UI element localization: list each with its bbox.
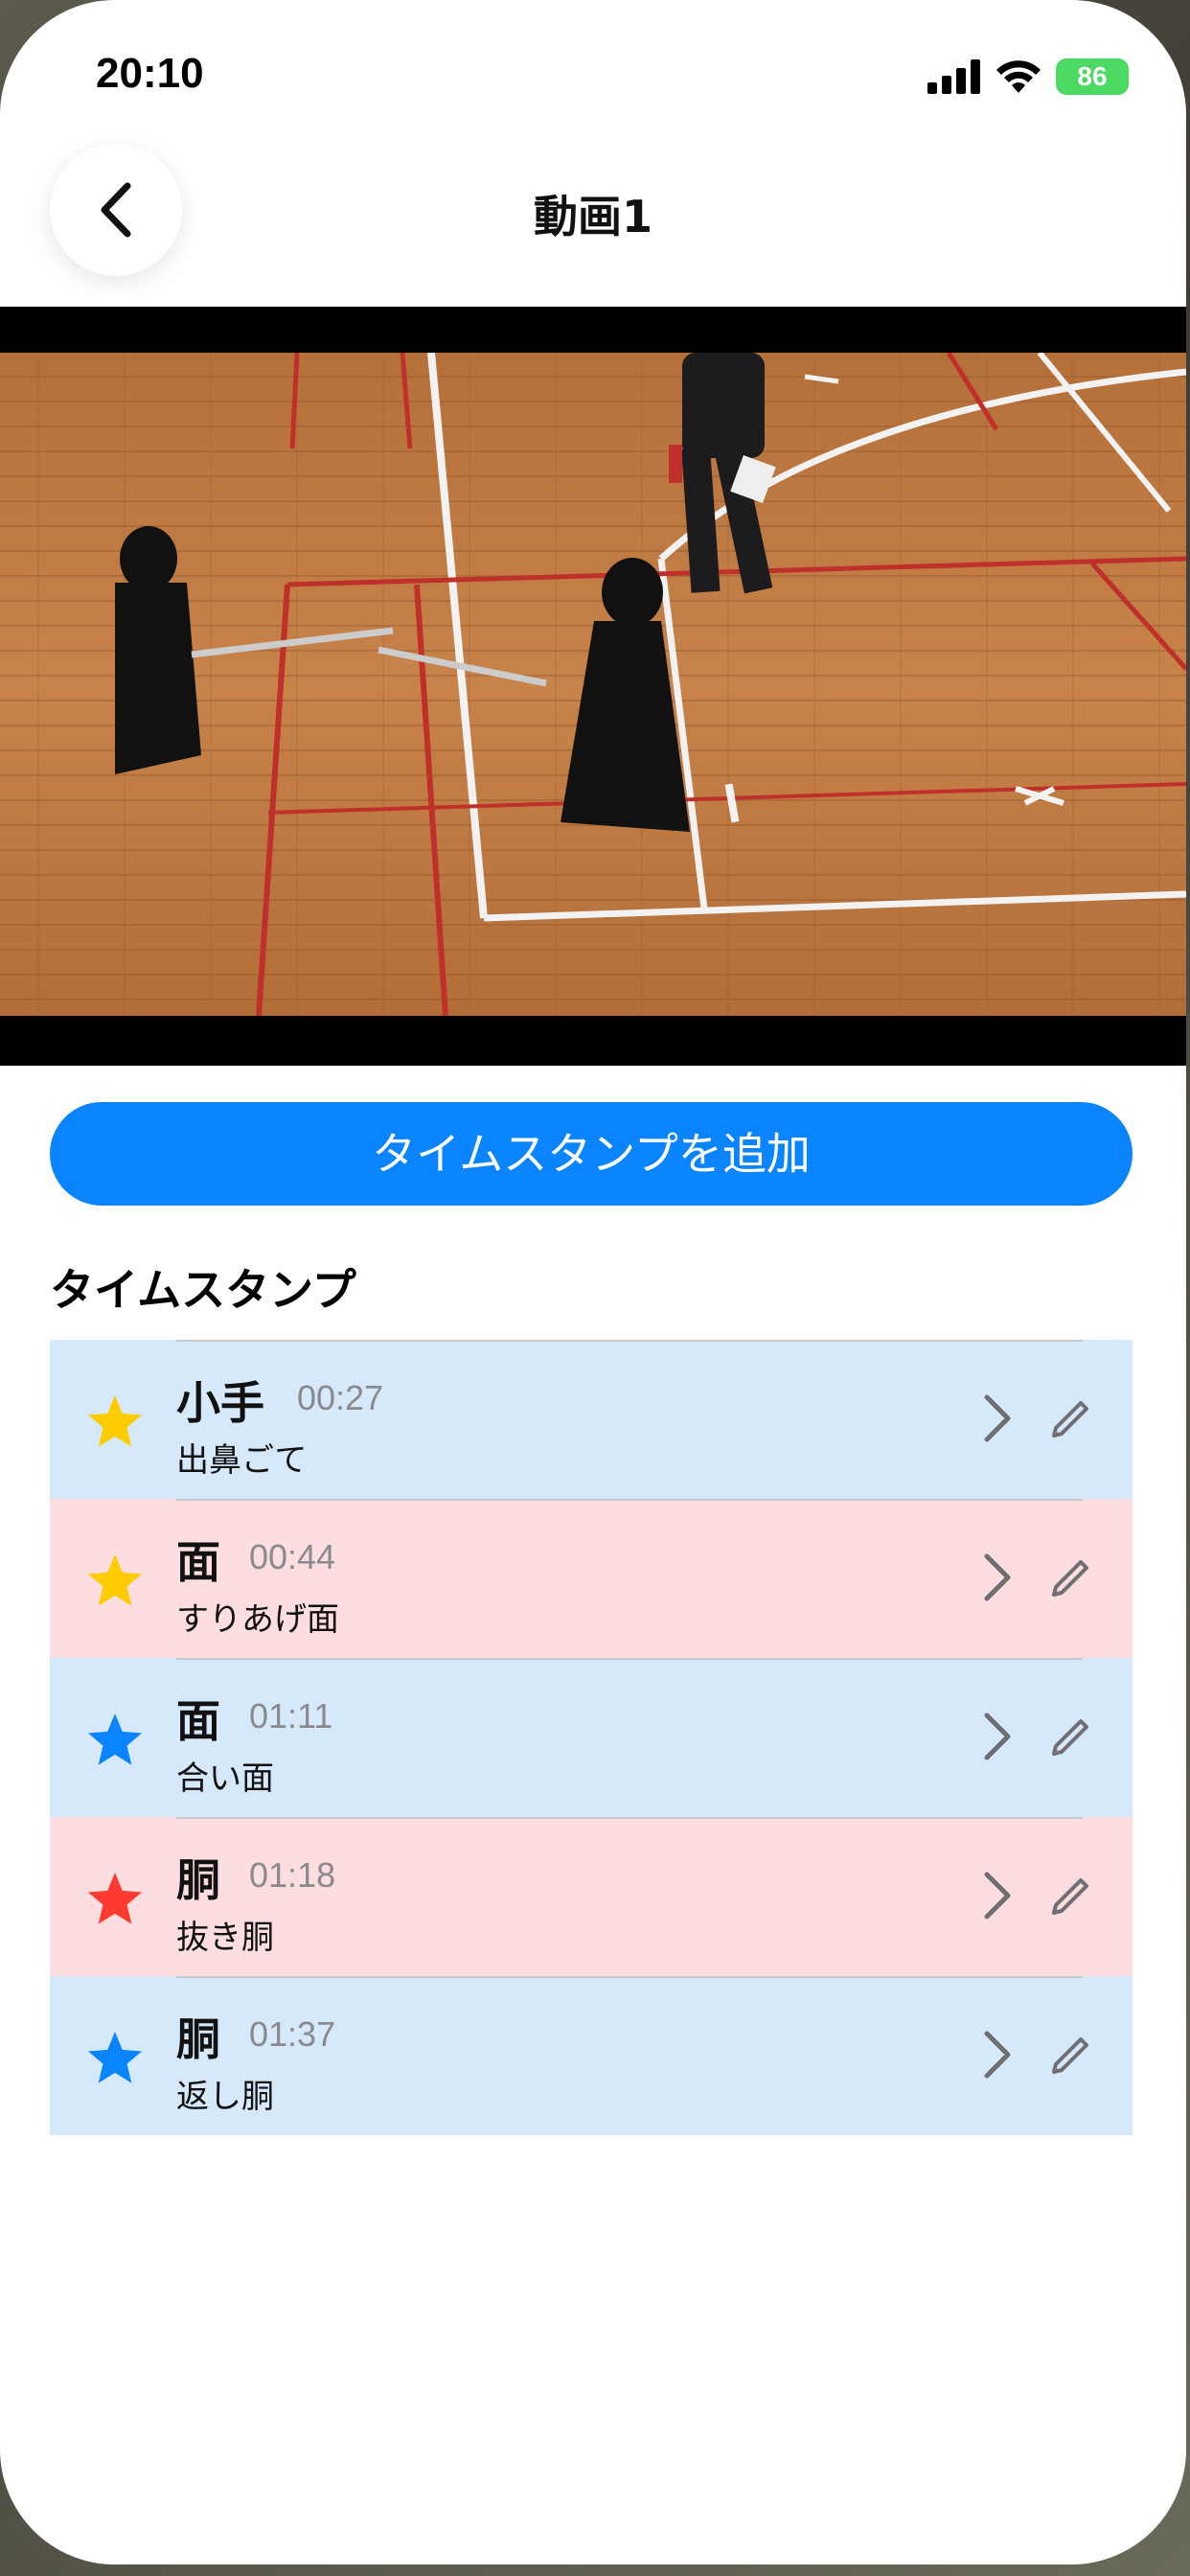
timestamp-subtitle: 返し胴 bbox=[176, 2078, 274, 2116]
video-frame bbox=[0, 353, 1186, 1016]
timestamp-name: 胴 bbox=[176, 1854, 220, 1906]
page-title: 動画1 bbox=[533, 191, 652, 242]
timestamp-subtitle: 合い面 bbox=[176, 1760, 274, 1798]
chevron-right-icon[interactable] bbox=[979, 1710, 1018, 1763]
timestamp-row[interactable]: 胴 01:18 抜き胴 bbox=[50, 1817, 1133, 1976]
status-time: 20:10 bbox=[96, 50, 204, 97]
timestamp-row[interactable]: 小手 00:27 出鼻ごて bbox=[50, 1340, 1133, 1499]
star-icon[interactable] bbox=[84, 1869, 146, 1930]
timestamp-name: 面 bbox=[176, 1695, 220, 1747]
pencil-icon[interactable] bbox=[1046, 2030, 1096, 2080]
pencil-icon[interactable] bbox=[1046, 1871, 1096, 1920]
divider bbox=[176, 1976, 1083, 1978]
chevron-right-icon[interactable] bbox=[979, 1869, 1018, 1922]
timestamp-subtitle: 出鼻ごて bbox=[176, 1441, 308, 1480]
wifi-icon bbox=[996, 60, 1041, 93]
timestamp-time: 01:11 bbox=[249, 1696, 333, 1736]
chevron-right-icon[interactable] bbox=[979, 2028, 1018, 2082]
pencil-icon[interactable] bbox=[1046, 1552, 1096, 1602]
status-icons: 86 bbox=[927, 56, 1129, 98]
timestamp-time: 00:27 bbox=[297, 1378, 384, 1417]
timestamp-name: 面 bbox=[176, 1536, 220, 1588]
phone-screen: 20:10 86 動画1 タイムスタンプを追加 タイムスタンプ 小手 00:27… bbox=[0, 0, 1186, 2564]
timestamp-time: 00:44 bbox=[249, 1537, 336, 1576]
star-icon[interactable] bbox=[84, 1392, 146, 1453]
divider bbox=[176, 1658, 1083, 1660]
timestamp-name: 小手 bbox=[176, 1377, 264, 1429]
chevron-right-icon[interactable] bbox=[979, 1392, 1018, 1445]
timestamp-time: 01:18 bbox=[249, 1855, 336, 1895]
video-thumbnail bbox=[0, 353, 1186, 1016]
timestamp-row[interactable]: 胴 01:37 返し胴 bbox=[50, 1976, 1133, 2135]
add-timestamp-button[interactable]: タイムスタンプを追加 bbox=[50, 1102, 1133, 1206]
timestamp-name: 胴 bbox=[176, 2013, 220, 2065]
timestamp-list: 小手 00:27 出鼻ごて 面 00:44 すりあげ面 面 01:11 合い面 bbox=[50, 1340, 1133, 2135]
battery-icon: 86 bbox=[1056, 58, 1129, 95]
timestamp-subtitle: 抜き胴 bbox=[176, 1919, 274, 1957]
video-player[interactable] bbox=[0, 307, 1186, 1066]
timestamp-time: 01:37 bbox=[249, 2014, 336, 2054]
chevron-right-icon[interactable] bbox=[979, 1551, 1018, 1604]
divider bbox=[176, 1499, 1083, 1501]
star-icon[interactable] bbox=[84, 1710, 146, 1771]
divider bbox=[176, 1817, 1083, 1819]
timestamp-subtitle: すりあげ面 bbox=[176, 1600, 339, 1639]
timestamp-row[interactable]: 面 00:44 すりあげ面 bbox=[50, 1499, 1133, 1658]
pencil-icon[interactable] bbox=[1046, 1393, 1096, 1443]
star-icon[interactable] bbox=[84, 1551, 146, 1612]
timestamp-row[interactable]: 面 01:11 合い面 bbox=[50, 1658, 1133, 1817]
signal-icon bbox=[927, 59, 980, 94]
section-title: タイムスタンプ bbox=[50, 1264, 356, 1316]
pencil-icon[interactable] bbox=[1046, 1712, 1096, 1761]
star-icon[interactable] bbox=[84, 2028, 146, 2089]
divider bbox=[176, 1340, 1083, 1342]
